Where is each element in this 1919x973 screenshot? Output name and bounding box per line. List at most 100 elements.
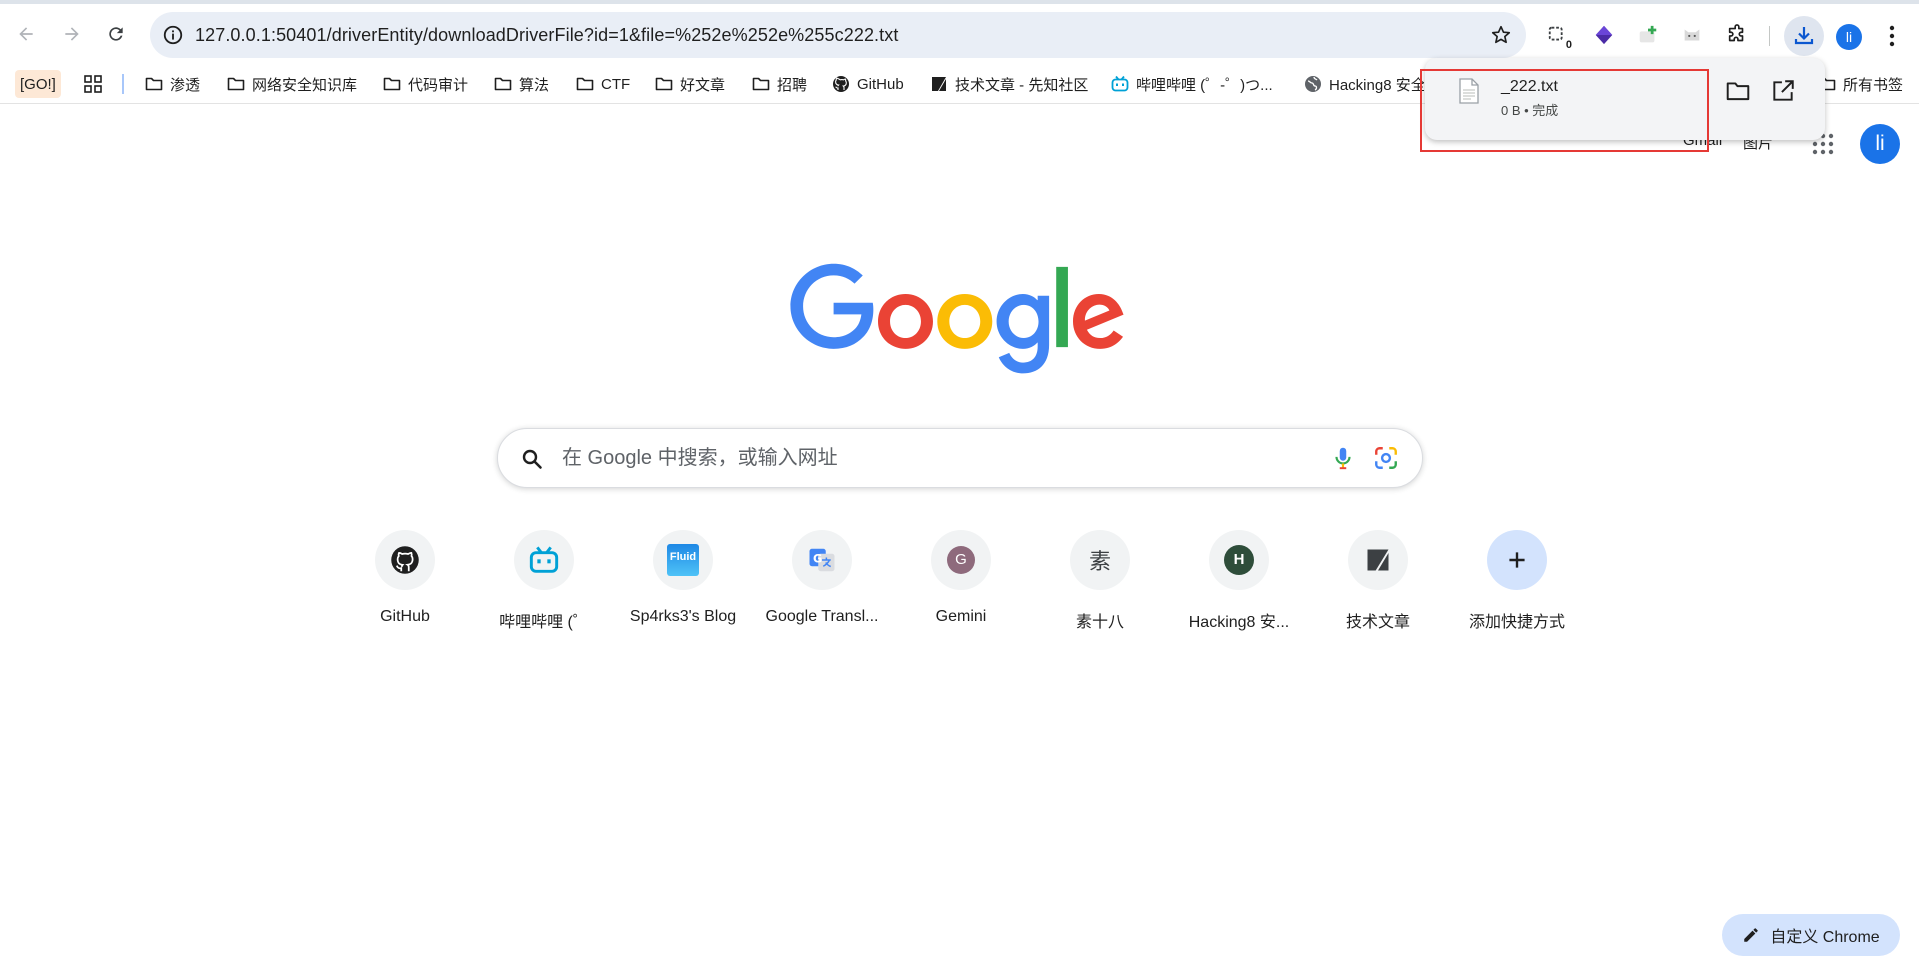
extension-purple-button[interactable] — [1590, 21, 1618, 49]
show-in-folder-icon[interactable] — [1725, 78, 1751, 104]
shortcut-tile — [514, 530, 574, 590]
reload-icon — [109, 27, 123, 41]
bookmark-label: 算法 — [519, 76, 550, 94]
bookmark-folder-jobs[interactable]: 招聘 — [752, 70, 807, 98]
url-text[interactable]: 127.0.0.1:50401/driverEntity/downloadDri… — [195, 12, 898, 58]
google-logo — [790, 263, 1124, 374]
shortcut-tile — [1487, 530, 1547, 590]
xianzhi-logo-icon — [932, 77, 946, 91]
shortcut-bilibili[interactable]: 哔哩哔哩 (゜ — [474, 528, 614, 638]
github-icon — [833, 76, 849, 92]
shortcut-hacking8[interactable]: H Hacking8 安... — [1169, 528, 1309, 638]
purple-diamond-icon — [1595, 25, 1613, 45]
download-icon — [1794, 27, 1814, 45]
bookmark-folder-ctf[interactable]: CTF — [576, 70, 630, 98]
more-menu-icon[interactable] — [1880, 22, 1904, 50]
shortcut-github[interactable]: GitHub — [335, 528, 475, 638]
open-file-icon[interactable] — [1770, 78, 1796, 104]
shortcut-label: Gemini — [935, 608, 987, 625]
bookmark-folder-pentest[interactable]: 渗透 — [145, 70, 200, 98]
shortcut-sushiba[interactable]: 素 素十八 — [1030, 528, 1170, 638]
google-translate-icon: G — [809, 548, 835, 572]
apps-shortcut[interactable] — [84, 70, 109, 98]
letter-avatar-h: H — [1224, 545, 1254, 575]
search-icon — [522, 449, 542, 469]
shortcut-label: Sp4rks3's Blog — [629, 608, 737, 625]
shortcut-google-translate[interactable]: G Google Transl... — [752, 528, 892, 638]
bookmark-bilibili[interactable]: 哔哩哔哩 (゜-゜)つ... — [1111, 70, 1273, 98]
bookmark-xianzhi[interactable]: 技术文章 - 先知社区 — [930, 70, 1088, 98]
bookmark-label: 招聘 — [777, 76, 808, 94]
toolbar-separator — [1769, 26, 1770, 46]
extension-green-plus-button[interactable] — [1634, 21, 1662, 49]
profile-avatar-button[interactable]: li — [1836, 24, 1862, 50]
shortcut-label: Google Transl... — [765, 608, 879, 625]
folder-icon — [655, 77, 673, 91]
folder-icon — [752, 77, 770, 91]
voice-search-icon[interactable] — [1330, 445, 1356, 471]
apps-grid-icon — [84, 75, 102, 93]
forward-button[interactable] — [56, 18, 88, 50]
google-account-avatar[interactable]: li — [1860, 124, 1900, 164]
search-box[interactable] — [497, 428, 1423, 488]
back-button[interactable] — [10, 18, 42, 50]
pencil-icon — [1744, 928, 1759, 942]
bookmark-go[interactable]: [GO!] — [15, 70, 61, 98]
bilibili-icon — [529, 546, 559, 573]
bookmark-github[interactable]: GitHub — [832, 70, 904, 98]
reload-button[interactable] — [100, 18, 132, 50]
shortcut-sp4rks3-blog[interactable]: Fluid Sp4rks3's Blog — [613, 528, 753, 638]
bookmark-label: 代码审计 — [408, 76, 469, 94]
address-bar[interactable]: 127.0.0.1:50401/driverEntity/downloadDri… — [150, 12, 1526, 58]
globe-icon — [1305, 76, 1321, 92]
customize-label: 自定义 Chrome — [1770, 929, 1880, 946]
shortcut-tile: Fluid — [653, 530, 713, 590]
all-bookmarks-folder[interactable]: 所有书签 — [1818, 70, 1903, 98]
extension-cat-button[interactable] — [1678, 21, 1706, 49]
bookmark-label: 技术文章 - 先知社区 — [955, 76, 1089, 94]
add-shortcut-button[interactable]: 添加快捷方式 — [1447, 528, 1587, 638]
extension-counter-button[interactable]: 0 — [1544, 21, 1572, 51]
downloads-button[interactable] — [1784, 16, 1824, 56]
shortcut-tile — [1348, 530, 1408, 590]
browser-toolbar: 127.0.0.1:50401/driverEntity/downloadDri… — [0, 0, 1919, 64]
shortcut-tile: H — [1209, 530, 1269, 590]
folder-icon — [145, 77, 163, 91]
folder-icon — [227, 77, 245, 91]
bookmark-label: Hacking8 安全 — [1329, 76, 1424, 94]
folder-icon — [494, 77, 512, 91]
bookmark-hacking8[interactable]: Hacking8 安全 — [1304, 70, 1424, 98]
shortcut-label: 哔哩哔哩 (゜ — [499, 614, 589, 631]
bookmark-label: 哔哩哔哩 (゜-゜)つ... — [1136, 76, 1273, 94]
shortcut-xianzhi[interactable]: 技术文章 — [1308, 528, 1448, 638]
puzzle-icon — [1728, 24, 1744, 42]
svg-text:G: G — [813, 553, 822, 566]
arrow-right-icon — [65, 27, 79, 41]
bookmark-label: 好文章 — [680, 76, 726, 94]
highlight-annotation-box — [1420, 69, 1709, 152]
folder-icon — [383, 77, 401, 91]
shortcut-tiles: GitHub 哔哩哔哩 (゜ Fluid Sp4rks3's Blog G Go… — [335, 528, 1585, 638]
bookmark-folder-audit[interactable]: 代码审计 — [383, 70, 468, 98]
search-input[interactable] — [562, 429, 1262, 487]
arrow-left-icon — [19, 27, 33, 41]
bookmark-label: 渗透 — [170, 76, 201, 94]
cat-face-icon — [1684, 29, 1700, 41]
shortcut-label: 素十八 — [1075, 614, 1124, 631]
bookmark-label: GitHub — [857, 75, 904, 93]
shortcut-label: GitHub — [380, 608, 430, 625]
google-lens-icon[interactable] — [1373, 445, 1399, 471]
bookmark-folder-algorithm[interactable]: 算法 — [494, 70, 549, 98]
bookmark-label: 网络安全知识库 — [252, 76, 358, 94]
extension-badge: 0 — [1565, 39, 1572, 51]
bookmark-star-icon[interactable] — [1490, 24, 1512, 46]
bookmark-folder-knowledge[interactable]: 网络安全知识库 — [227, 70, 357, 98]
site-info-icon[interactable] — [162, 24, 184, 46]
extensions-button[interactable] — [1723, 21, 1751, 49]
shortcut-gemini[interactable]: G Gemini — [891, 528, 1031, 638]
bookmark-label: 所有书签 — [1843, 76, 1904, 94]
bilibili-icon — [1111, 75, 1129, 92]
bookmark-folder-articles[interactable]: 好文章 — [655, 70, 725, 98]
customize-chrome-button[interactable]: 自定义 Chrome — [1722, 914, 1900, 956]
bookmark-label: CTF — [601, 75, 631, 93]
